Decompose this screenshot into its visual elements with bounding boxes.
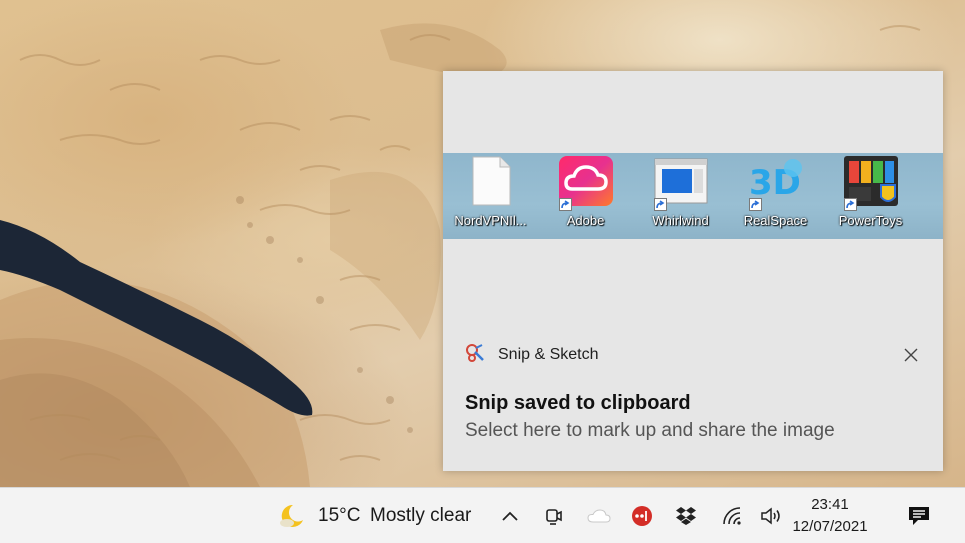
lastpass-button[interactable] [628, 488, 656, 543]
snip-and-sketch-icon [465, 343, 485, 368]
desktop-icon-whirlwind: Whirlwind [633, 153, 728, 239]
weather-button[interactable] [276, 488, 306, 543]
file-icon [462, 155, 520, 207]
meet-now-button[interactable] [541, 488, 567, 543]
chevron-up-icon [502, 511, 518, 521]
desktop-icon-realspace: 3D RealSpace [728, 153, 823, 239]
snip-notification-toast[interactable]: NordVPNIl... Adobe Whirlwind 3D RealSpac… [443, 71, 943, 471]
desktop-icon-label: Adobe [566, 213, 605, 228]
desktop-icon-adobe: Adobe [538, 153, 633, 239]
wifi-button[interactable] [718, 488, 746, 543]
action-center-button[interactable] [903, 488, 935, 543]
clock-time: 23:41 [811, 496, 849, 513]
shortcut-arrow-icon [653, 198, 667, 211]
wifi-icon [723, 507, 741, 525]
desktop-icon-label: RealSpace [743, 213, 808, 228]
realspace-3d-icon: 3D [747, 155, 805, 211]
weather-condition-button[interactable]: Mostly clear [370, 488, 478, 543]
powertoys-icon [842, 155, 900, 211]
close-notification-button[interactable] [901, 345, 921, 365]
volume-icon [761, 507, 780, 525]
dropbox-icon [676, 507, 696, 525]
weather-temperature: 15°C [318, 505, 361, 526]
weather-condition: Mostly clear [370, 505, 472, 526]
desktop-icon-label: Whirlwind [652, 213, 709, 228]
taskbar-clock[interactable]: 23:41 12/07/2021 [792, 488, 868, 543]
onedrive-button[interactable] [585, 488, 613, 543]
desktop-icon-label: NordVPNIl... [454, 213, 527, 228]
toast-app-name: Snip & Sketch [498, 346, 599, 363]
lastpass-icon [632, 506, 652, 526]
snip-preview-image[interactable]: NordVPNIl... Adobe Whirlwind 3D RealSpac… [443, 153, 943, 239]
toast-header: Snip & Sketch [465, 343, 599, 368]
action-center-icon [909, 507, 929, 525]
moon-cloud-icon [280, 504, 303, 527]
desktop-icon-powertoys: PowerToys [823, 153, 918, 239]
close-icon [904, 348, 918, 362]
onedrive-cloud-icon [587, 509, 611, 523]
desktop-icon-label: PowerToys [838, 213, 903, 228]
shortcut-arrow-icon [558, 198, 572, 211]
toast-body: Select here to mark up and share the ima… [465, 420, 835, 441]
shortcut-arrow-icon [843, 198, 857, 211]
desktop-icon-nordvpn: NordVPNIl... [443, 153, 538, 239]
window-app-icon [652, 155, 710, 211]
dropbox-button[interactable] [672, 488, 700, 543]
show-hidden-icons-button[interactable] [497, 488, 523, 543]
meet-now-icon [546, 509, 562, 525]
clock-date: 12/07/2021 [792, 518, 868, 535]
toast-title: Snip saved to clipboard [465, 392, 691, 414]
weather-temperature-button[interactable]: 15°C [318, 488, 362, 543]
volume-button[interactable] [758, 488, 786, 543]
shortcut-arrow-icon [748, 198, 762, 211]
adobe-creative-cloud-icon [557, 155, 615, 211]
taskbar: 15°C Mostly clear 23:41 12/07/2021 [0, 487, 965, 543]
